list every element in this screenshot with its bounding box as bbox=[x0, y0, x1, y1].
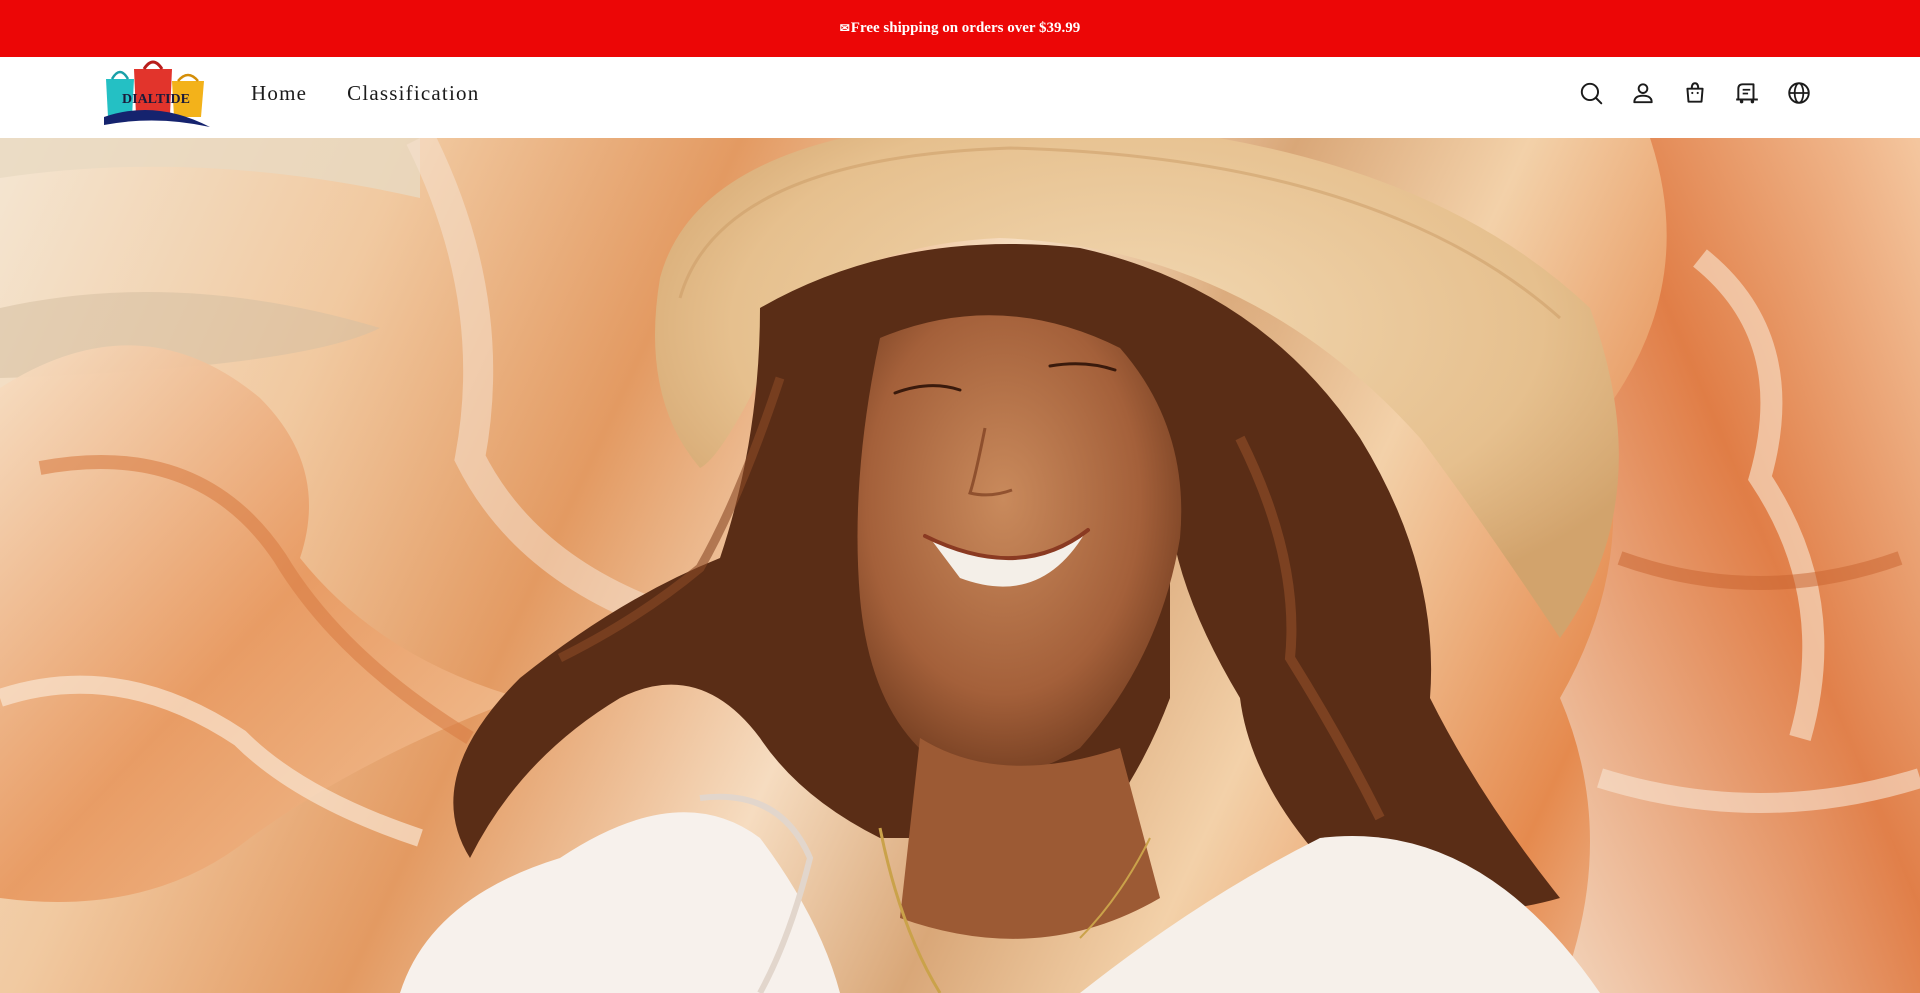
main-nav: Home Classification bbox=[251, 79, 479, 108]
nav-link-home[interactable]: Home bbox=[251, 79, 307, 108]
search-button[interactable] bbox=[1577, 79, 1605, 107]
announcement-bar: ✉ Free shipping on orders over $39.99 bbox=[0, 0, 1920, 57]
hero-banner[interactable] bbox=[0, 138, 1920, 993]
account-icon bbox=[1633, 83, 1653, 104]
search-icon bbox=[1580, 82, 1603, 105]
nav-link-classification[interactable]: Classification bbox=[347, 79, 479, 108]
order-tracking-button[interactable] bbox=[1733, 79, 1761, 107]
cart-icon bbox=[1686, 82, 1704, 103]
language-button[interactable] bbox=[1785, 79, 1813, 107]
store-logo[interactable]: DIALTIDE bbox=[100, 59, 212, 131]
shopping-bags-logo-icon: DIALTIDE bbox=[104, 60, 210, 127]
cart-button[interactable] bbox=[1681, 79, 1709, 107]
logo-wordmark: DIALTIDE bbox=[122, 92, 190, 107]
announcement-text: Free shipping on orders over $39.99 bbox=[850, 20, 1081, 36]
header-icons bbox=[1577, 79, 1813, 107]
language-globe-icon bbox=[1788, 82, 1810, 104]
site-header: DIALTIDE Home Classification bbox=[0, 57, 1920, 138]
account-button[interactable] bbox=[1629, 79, 1657, 107]
hero-image bbox=[0, 138, 1920, 993]
envelope-icon: ✉ bbox=[839, 21, 850, 35]
order-tracking-icon bbox=[1736, 83, 1758, 104]
